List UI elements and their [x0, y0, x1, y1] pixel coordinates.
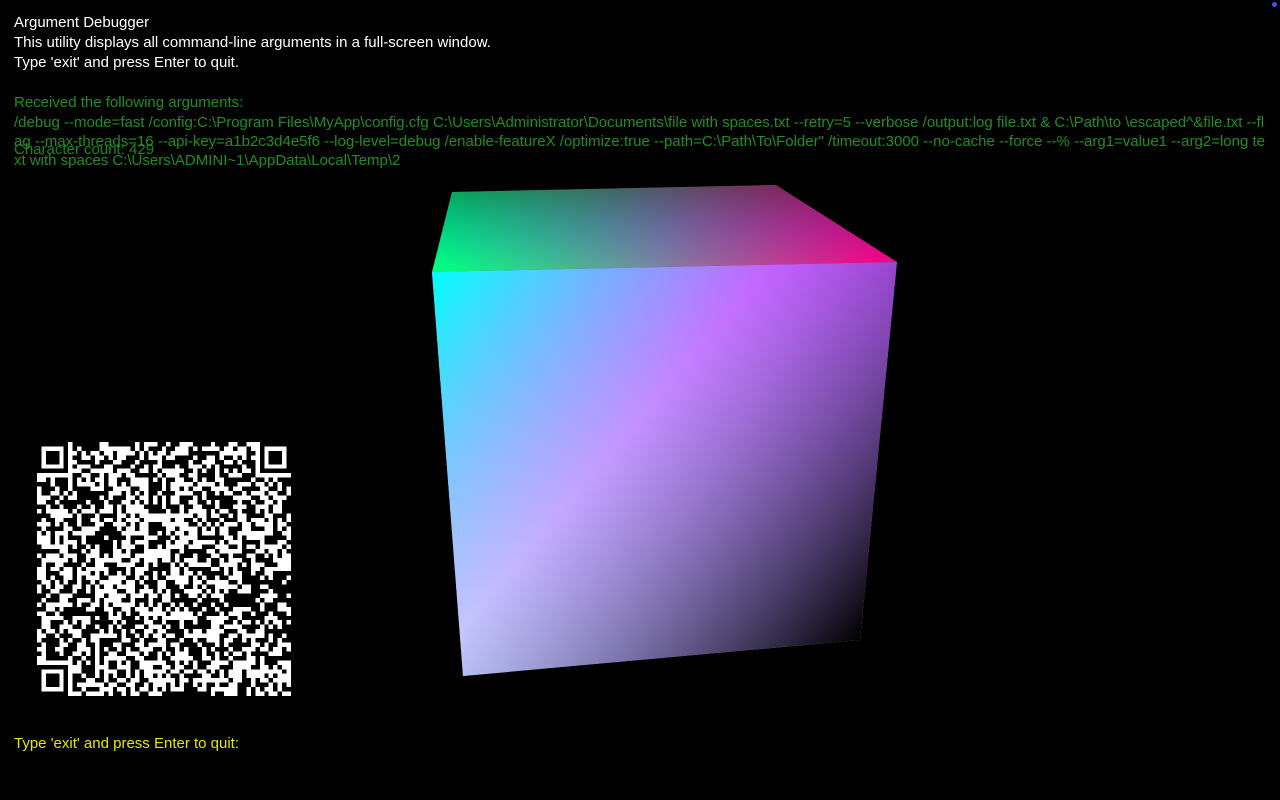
app-description: This utility displays all command-line a… — [14, 34, 491, 51]
command-input[interactable] — [258, 734, 858, 754]
cube-top-face — [432, 185, 897, 272]
corner-indicator-dot — [1272, 2, 1277, 7]
arguments-label: Received the following arguments: — [14, 94, 244, 111]
exit-prompt-label: Type 'exit' and press Enter to quit: — [14, 735, 240, 752]
qr-code — [37, 442, 291, 696]
cube-front-face-shade — [432, 262, 897, 676]
arguments-text: /debug --mode=fast /config:C:\Program Fi… — [14, 114, 1265, 169]
quit-instructions: Type 'exit' and press Enter to quit. — [14, 54, 240, 71]
character-count: Character count: 429 — [14, 141, 155, 158]
header: Argument Debugger This utility displays … — [14, 13, 491, 73]
app-title: Argument Debugger — [14, 14, 150, 31]
cube-top-face-shade — [432, 185, 897, 272]
cube-front-face — [432, 262, 897, 676]
